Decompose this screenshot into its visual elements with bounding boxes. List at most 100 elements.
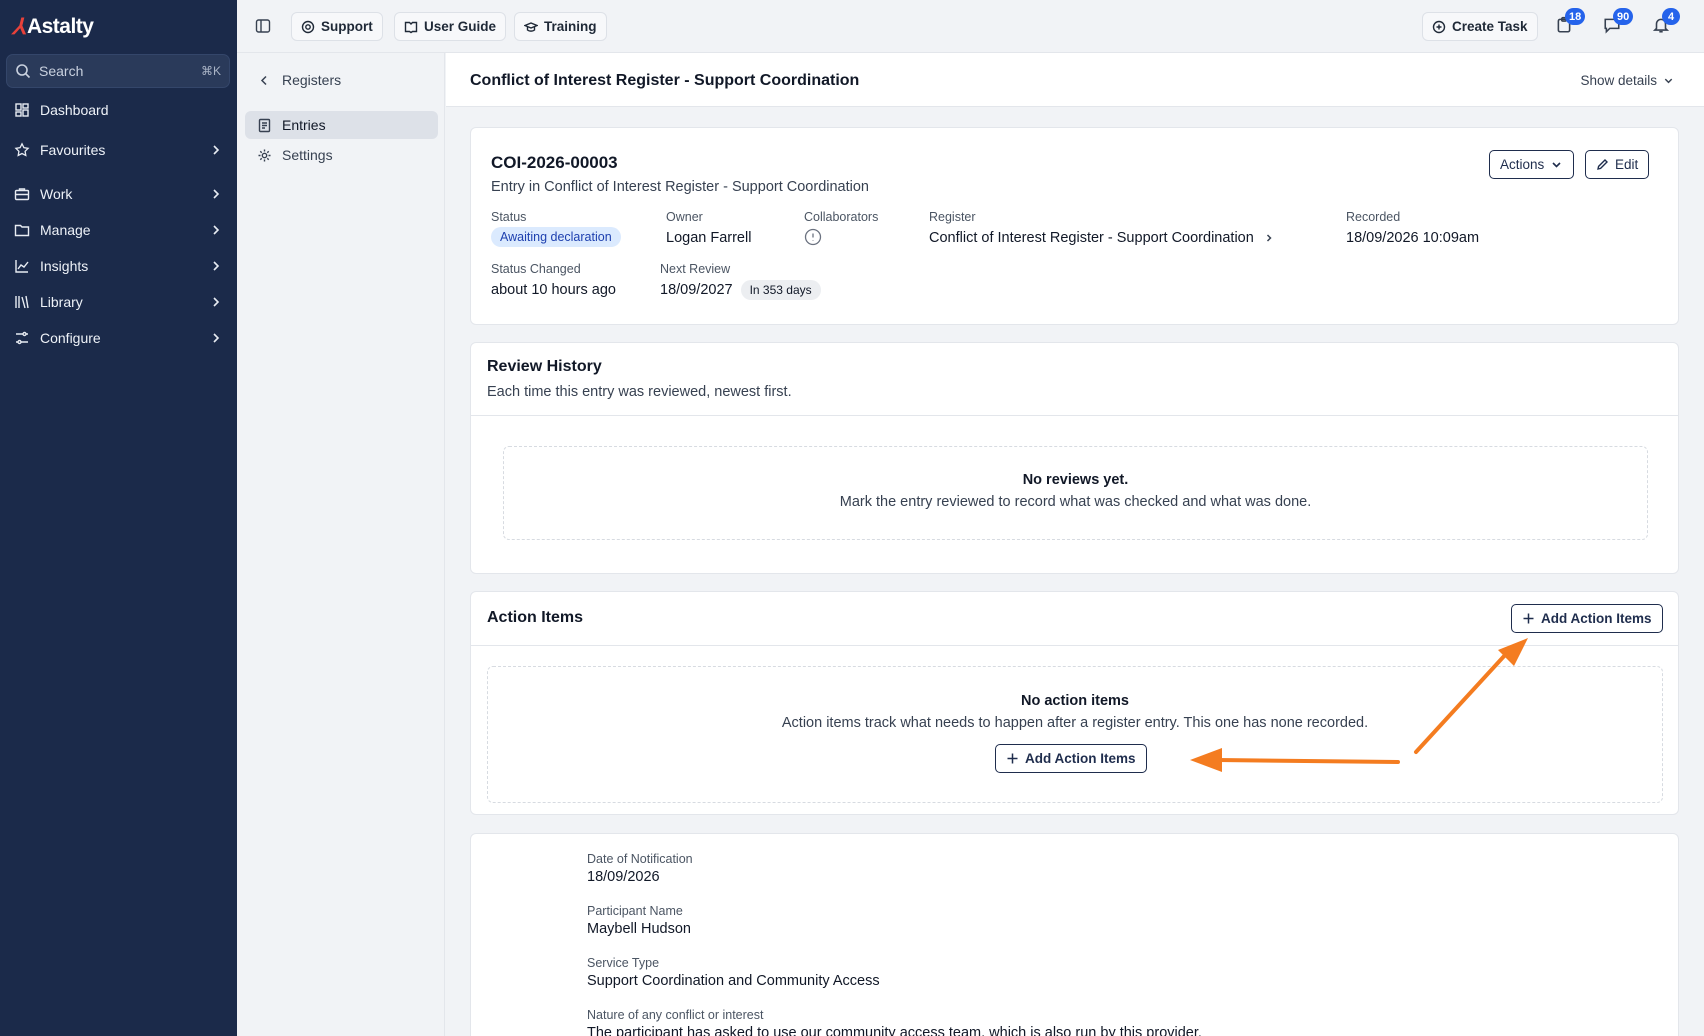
notifications-button[interactable]: 4: [1652, 8, 1680, 36]
action-items-empty-state: No action items Action items track what …: [487, 666, 1663, 803]
next-review-value: 18/09/2027: [660, 282, 733, 298]
status-field: Status Awaiting declaration: [491, 210, 621, 247]
empty-description: Mark the entry reviewed to record what w…: [839, 494, 1312, 510]
tasks-button[interactable]: 18: [1555, 8, 1586, 36]
book-icon: [404, 21, 418, 33]
status-badge: Awaiting declaration: [491, 227, 621, 247]
nature-value: The participant has asked to use our com…: [587, 1025, 1202, 1036]
sidebar-item-label: Configure: [40, 330, 101, 346]
participant-label: Participant Name: [587, 904, 683, 918]
search-label: Search: [39, 63, 84, 79]
review-history-card: Review History Each time this entry was …: [470, 342, 1679, 574]
review-history-subtitle: Each time this entry was reviewed, newes…: [487, 384, 792, 400]
app-logo[interactable]: ⅄ Astalty: [12, 13, 94, 41]
add-action-items-empty-button[interactable]: Add Action Items: [995, 744, 1147, 773]
chevron-right-icon: [1266, 234, 1272, 242]
sidebar-item-insights[interactable]: Insights: [6, 249, 230, 283]
support-button[interactable]: Support: [291, 12, 383, 41]
nature-label: Nature of any conflict or interest: [587, 1008, 764, 1022]
review-history-title: Review History: [487, 358, 602, 375]
chevron-down-icon: [1552, 162, 1561, 168]
recorded-label: Recorded: [1346, 210, 1401, 224]
sidebar-item-work[interactable]: Work: [6, 177, 230, 211]
edit-label: Edit: [1615, 157, 1639, 172]
add-action-items-label: Add Action Items: [1541, 611, 1652, 626]
sidebar-item-dashboard[interactable]: Dashboard: [6, 93, 230, 127]
library-icon: [15, 295, 29, 309]
chevron-right-icon: [213, 297, 220, 307]
sidebar-item-label: Insights: [40, 258, 89, 274]
briefcase-icon: [14, 188, 30, 201]
messages-count-badge: 90: [1613, 8, 1634, 25]
status-changed-label: Status Changed: [491, 262, 581, 276]
register-link[interactable]: Conflict of Interest Register - Support …: [929, 230, 1274, 246]
empty-title: No action items: [1021, 693, 1129, 709]
back-to-registers-link[interactable]: Registers: [245, 66, 438, 94]
training-button[interactable]: Training: [514, 12, 607, 41]
create-task-button[interactable]: Create Task: [1422, 12, 1538, 41]
user-guide-label: User Guide: [424, 19, 497, 34]
sidebar-item-library[interactable]: Library: [6, 285, 230, 319]
top-bar: Support User Guide Training Create Task …: [237, 0, 1704, 53]
chevron-right-icon: [213, 333, 220, 343]
divider: [471, 645, 1678, 646]
page-title: Conflict of Interest Register - Support …: [470, 72, 860, 89]
actions-label: Actions: [1500, 157, 1545, 172]
chevron-right-icon: [213, 261, 220, 271]
subnav-settings-label: Settings: [282, 147, 333, 163]
sidebar-item-label: Library: [40, 294, 83, 310]
search-icon: [16, 64, 31, 79]
sidebar-item-manage[interactable]: Manage: [6, 213, 230, 247]
search-shortcut: ⌘K: [200, 64, 221, 78]
notifications-count-badge: 4: [1662, 8, 1680, 25]
sliders-icon: [16, 331, 28, 345]
register-value: Conflict of Interest Register - Support …: [929, 230, 1254, 246]
subnav-entries-label: Entries: [282, 117, 326, 133]
action-items-card: Action Items Add Action Items No action …: [470, 591, 1679, 815]
sidebar-item-favourites[interactable]: Favourites: [6, 133, 230, 167]
chevron-left-icon: [260, 75, 267, 85]
show-details-toggle[interactable]: Show details: [1580, 73, 1674, 88]
star-icon: [14, 142, 30, 157]
lifebuoy-icon: [301, 20, 315, 33]
chevron-right-icon: [213, 189, 220, 199]
subnav-item-settings[interactable]: Settings: [245, 141, 438, 169]
user-guide-button[interactable]: User Guide: [394, 12, 507, 41]
plus-circle-icon: [1432, 20, 1446, 33]
sidebar-item-label: Dashboard: [40, 102, 109, 118]
participant-name-field: Participant Name Maybell Hudson: [587, 904, 691, 937]
actions-dropdown-button[interactable]: Actions: [1489, 150, 1575, 179]
owner-value: Logan Farrell: [666, 230, 752, 246]
entry-id: COI-2026-00003: [491, 153, 618, 172]
graduation-cap-icon: [524, 21, 538, 32]
messages-button[interactable]: 90: [1603, 8, 1634, 36]
add-action-items-button[interactable]: Add Action Items: [1511, 604, 1663, 633]
plus-icon: [1523, 613, 1534, 624]
status-changed-field: Status Changed about 10 hours ago: [491, 262, 616, 298]
sidebar-toggle-icon[interactable]: [255, 18, 271, 34]
sidebar-item-label: Work: [40, 186, 73, 202]
owner-field: Owner Logan Farrell: [666, 210, 751, 246]
service-label: Service Type: [587, 956, 660, 970]
plus-icon: [1007, 753, 1018, 764]
gear-icon: [258, 149, 271, 161]
edit-button[interactable]: Edit: [1585, 150, 1650, 179]
document-icon: [258, 118, 271, 132]
action-items-title: Action Items: [487, 609, 584, 626]
chevron-right-icon: [213, 145, 220, 155]
entry-details-card: Date of Notification 18/09/2026 Particip…: [470, 833, 1679, 1036]
date-label: Date of Notification: [587, 852, 693, 866]
recorded-field: Recorded 18/09/2026 10:09am: [1346, 210, 1479, 246]
main-content: Conflict of Interest Register - Support …: [446, 53, 1704, 1036]
page-header: Conflict of Interest Register - Support …: [446, 53, 1704, 107]
logo-text: Astalty: [26, 15, 94, 38]
sidebar-item-configure[interactable]: Configure: [6, 321, 230, 355]
add-collaborator-icon[interactable]: [804, 228, 822, 246]
search-input[interactable]: Search ⌘K: [6, 54, 230, 88]
support-label: Support: [321, 19, 373, 34]
subnav-item-entries[interactable]: Entries: [245, 111, 438, 139]
dashboard-icon: [15, 103, 29, 117]
training-label: Training: [544, 19, 597, 34]
register-subnav: Registers Entries Settings: [237, 53, 445, 1036]
show-details-label: Show details: [1580, 73, 1657, 88]
